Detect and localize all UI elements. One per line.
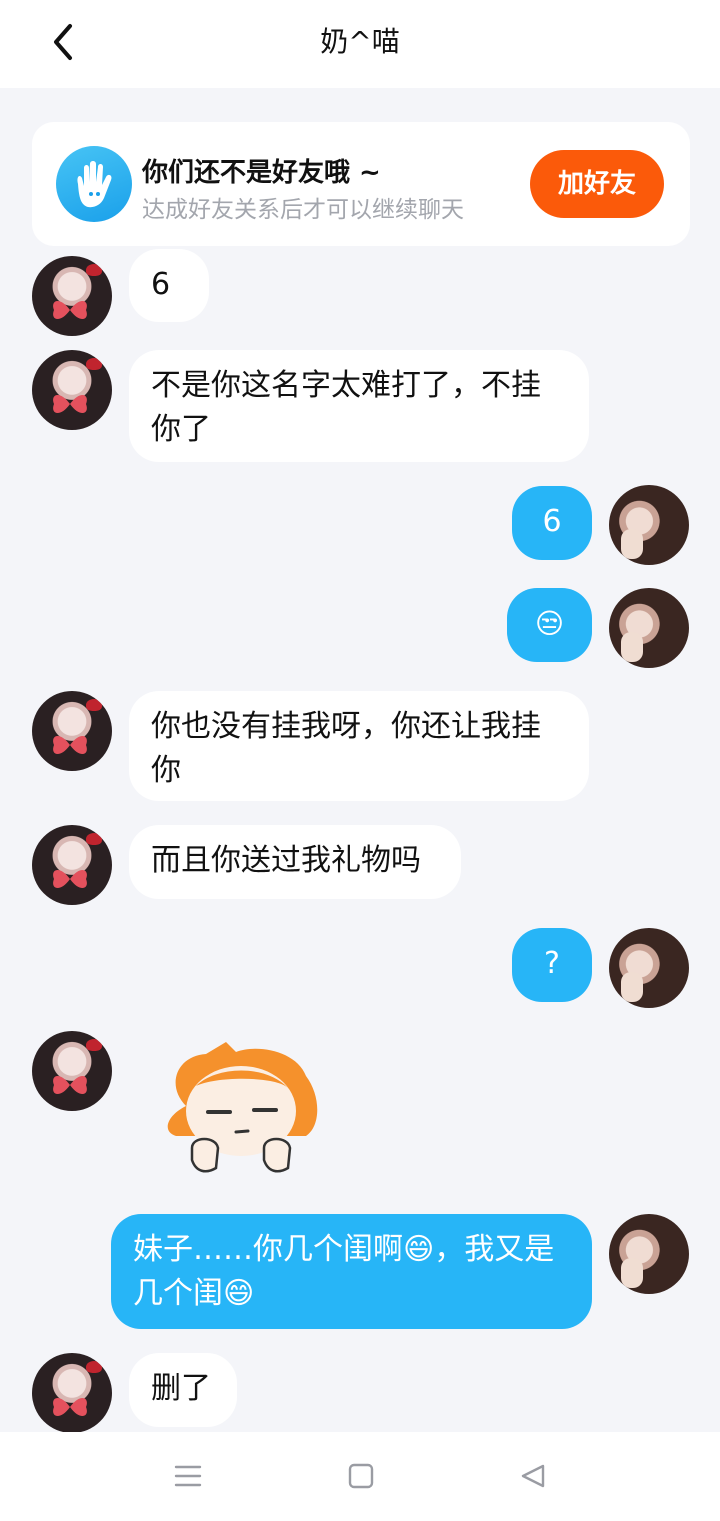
contact-avatar[interactable]	[32, 825, 112, 905]
message-text: 妹子……你几个闺啊😄，我又是几个闺😄	[133, 1232, 555, 1311]
unamused-cartoon-girl-sticker[interactable]	[156, 1036, 326, 1186]
top-bar: 奶^喵	[0, 0, 720, 88]
received-message[interactable]: 你也没有挂我呀，你还让我挂你	[129, 691, 589, 801]
contact-avatar[interactable]	[32, 1031, 112, 1111]
received-message[interactable]: 而且你送过我礼物吗	[129, 825, 461, 899]
received-message[interactable]: 删了	[129, 1353, 237, 1427]
add-friend-card: 你们还不是好友哦 ~ 达成好友关系后才可以继续聊天 加好友	[32, 122, 690, 246]
chat-title: 奶^喵	[320, 25, 400, 58]
sent-message[interactable]: 6	[512, 486, 592, 560]
message-text: 6	[151, 267, 171, 302]
not-friends-subtitle: 达成好友关系后才可以继续聊天	[142, 197, 464, 223]
contact-avatar[interactable]	[32, 691, 112, 771]
back-triangle-icon[interactable]	[519, 1462, 547, 1494]
message-text: 不是你这名字太难打了，不挂你了	[151, 368, 541, 447]
waving-hand-icon	[56, 146, 132, 222]
sent-message[interactable]: 😒	[507, 588, 592, 662]
my-avatar[interactable]	[609, 928, 689, 1008]
contact-avatar[interactable]	[32, 1353, 112, 1432]
sent-message[interactable]: 妹子……你几个闺啊😄，我又是几个闺😄	[111, 1214, 592, 1329]
my-avatar[interactable]	[609, 1214, 689, 1294]
message-text: 删了	[151, 1371, 211, 1406]
my-avatar[interactable]	[609, 485, 689, 565]
contact-avatar[interactable]	[32, 350, 112, 430]
menu-icon[interactable]	[174, 1462, 202, 1494]
add-friend-button[interactable]: 加好友	[530, 150, 664, 218]
message-text: 你也没有挂我呀，你还让我挂你	[151, 709, 541, 788]
unamused-emoji: 😒	[534, 607, 565, 640]
home-icon[interactable]	[347, 1462, 375, 1494]
received-message[interactable]: 6	[129, 249, 209, 322]
message-text: ?	[544, 946, 560, 981]
message-list[interactable]: 6 不是你这名字太难打了，不挂你了 6 😒 你也没有挂我呀，你还让我挂你 而且你…	[0, 88, 720, 1432]
contact-avatar[interactable]	[32, 256, 112, 336]
sent-message[interactable]: ?	[512, 928, 592, 1002]
not-friends-title: 你们还不是好友哦 ~	[142, 158, 381, 188]
received-message[interactable]: 不是你这名字太难打了，不挂你了	[129, 350, 589, 462]
system-nav-bar	[0, 1432, 720, 1521]
message-text: 而且你送过我礼物吗	[151, 843, 421, 878]
my-avatar[interactable]	[609, 588, 689, 668]
message-text: 6	[542, 504, 562, 539]
